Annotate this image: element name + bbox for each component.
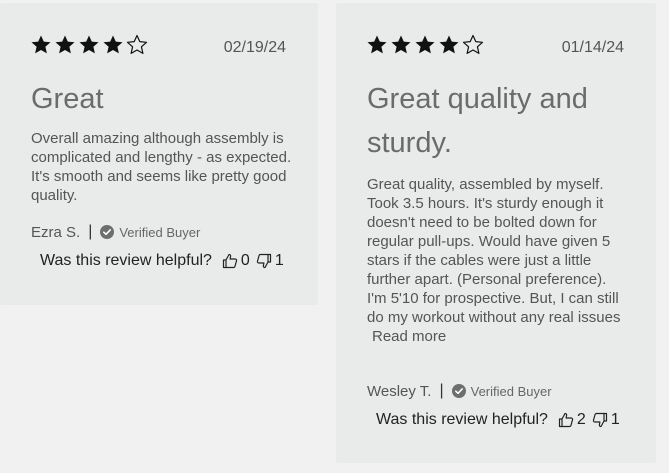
helpful-row: Was this review helpful? 2 1	[376, 411, 626, 429]
verified-buyer-label: Verified Buyer	[470, 383, 552, 399]
thumbs-down-icon	[256, 253, 271, 269]
downvote-count: 1	[610, 411, 620, 428]
review-title: Great quality and sturdy.	[367, 83, 588, 159]
upvote-button[interactable]: 2	[558, 411, 586, 429]
thumbs-down-icon	[592, 412, 607, 428]
separator: |	[88, 223, 93, 240]
upvote-button[interactable]: 0	[222, 252, 250, 270]
author-name: Ezra S.	[31, 223, 81, 241]
helpful-row: Was this review helpful? 0 1	[40, 252, 290, 270]
star-filled-icon	[79, 35, 99, 54]
star-filled-icon	[31, 35, 51, 54]
star-rating	[30, 34, 148, 56]
downvote-count: 1	[274, 252, 284, 269]
review-body-text: Great quality, assembled by myself. Took…	[367, 176, 621, 326]
review-date: 01/14/24	[561, 39, 624, 56]
check-circle-icon	[451, 384, 466, 398]
thumbs-up-icon	[558, 412, 574, 428]
downvote-button[interactable]: 1	[256, 252, 284, 270]
star-filled-icon	[415, 35, 435, 54]
upvote-count: 0	[240, 252, 250, 269]
separator: |	[439, 382, 444, 399]
thumbs-up-icon	[222, 253, 238, 269]
review-body: Overall amazing although assembly is com…	[31, 129, 293, 205]
star-rating	[366, 34, 484, 56]
review-title: Great	[31, 83, 104, 115]
author-name: Wesley T.	[367, 382, 432, 400]
review-author-row: Wesley T. | Verified Buyer	[367, 382, 552, 400]
star-filled-icon	[439, 35, 459, 54]
star-filled-icon	[391, 35, 411, 54]
review-card: 01/14/24 Great quality and sturdy. Great…	[336, 3, 656, 463]
star-outline-icon	[462, 34, 484, 54]
review-date: 02/19/24	[223, 39, 286, 56]
review-author-row: Ezra S. | Verified Buyer	[31, 223, 200, 241]
read-more-link[interactable]: Read more	[372, 327, 629, 346]
star-filled-icon	[103, 35, 123, 54]
star-filled-icon	[55, 35, 75, 54]
star-outline-icon	[126, 34, 148, 54]
star-filled-icon	[367, 35, 387, 54]
helpful-question: Was this review helpful?	[376, 411, 548, 428]
review-card: 02/19/24 Great Overall amazing although …	[0, 3, 318, 305]
check-circle-icon	[100, 225, 115, 239]
helpful-question: Was this review helpful?	[40, 252, 212, 269]
review-body-text: Overall amazing although assembly is com…	[31, 130, 292, 204]
downvote-button[interactable]: 1	[592, 411, 620, 429]
verified-buyer-label: Verified Buyer	[119, 224, 201, 240]
upvote-count: 2	[576, 411, 586, 428]
review-body: Great quality, assembled by myself. Took…	[367, 175, 629, 346]
